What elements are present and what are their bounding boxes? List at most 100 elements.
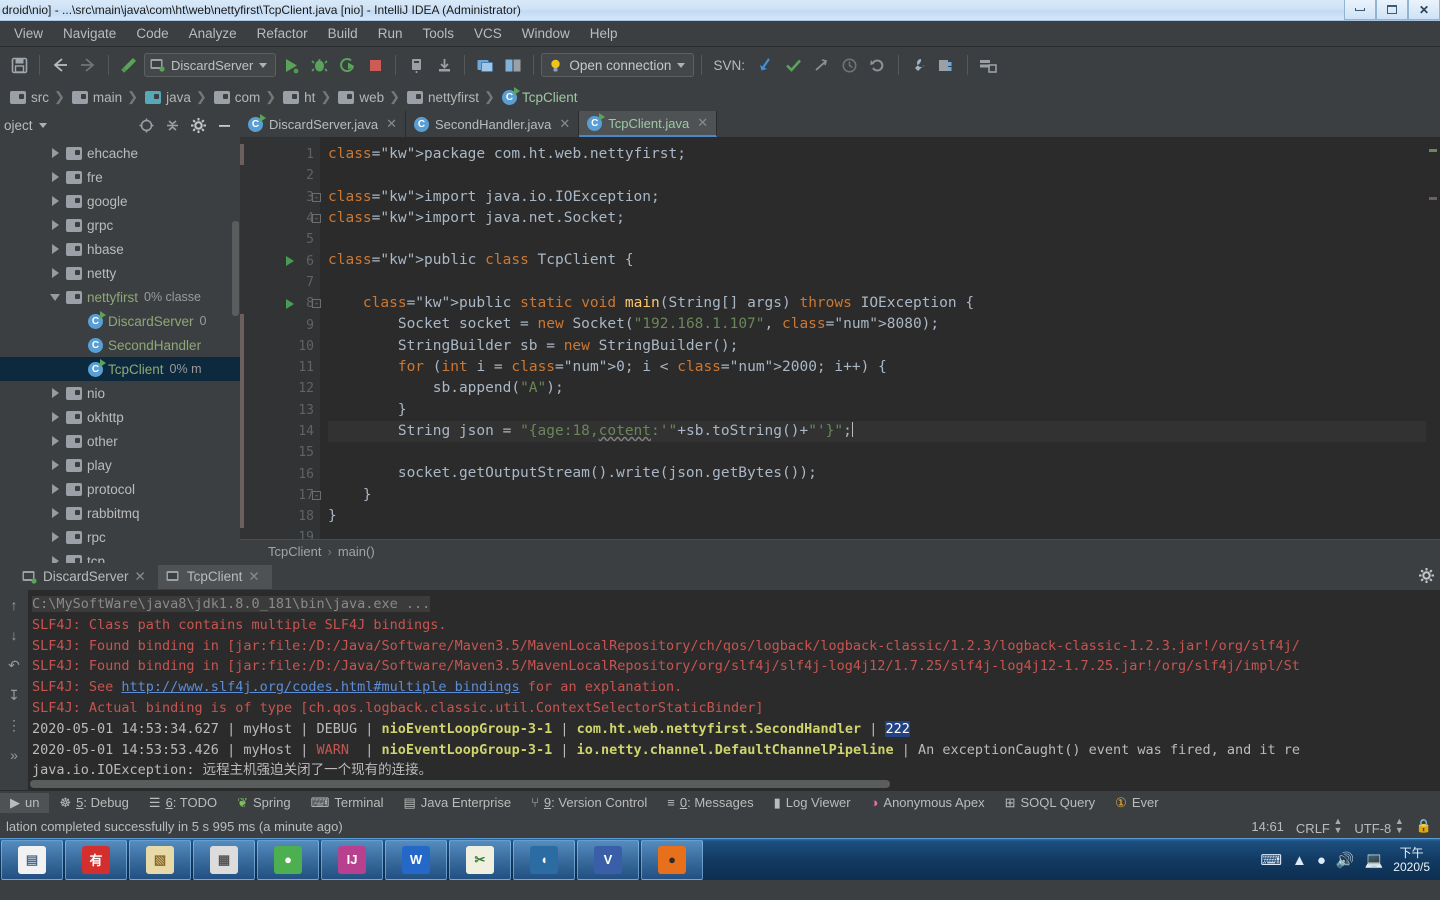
run-gutter-icon[interactable] <box>286 256 294 267</box>
window-maximize-button[interactable] <box>1376 0 1408 20</box>
gutter-line-3[interactable]: -3 <box>240 187 321 208</box>
gear-icon[interactable] <box>186 114 210 136</box>
chrome-app[interactable]: ● <box>257 839 319 880</box>
stop-icon[interactable] <box>362 52 388 78</box>
breadcrumb-com[interactable]: com <box>208 88 265 107</box>
project-structure-icon[interactable] <box>934 52 960 78</box>
encoding-selector[interactable]: UTF-8 ▲ ▼ <box>1354 816 1403 836</box>
project-tree-scrollbar[interactable] <box>232 221 239 316</box>
svn-commit-icon[interactable] <box>781 52 807 78</box>
editor-tab-secondhandler[interactable]: C SecondHandler.java ✕ <box>406 111 580 137</box>
gutter-line-14[interactable]: 14 <box>240 421 320 442</box>
chevron-right-icon[interactable] <box>44 220 66 230</box>
code-line-6[interactable]: class="kw">public class TcpClient { <box>328 250 1426 271</box>
chevron-up-icon[interactable]: ▲ <box>1292 852 1307 869</box>
tree-node-tcpclient[interactable]: C TcpClient 0% m <box>0 357 240 381</box>
down-arrow-icon[interactable]: ↓ <box>4 626 24 644</box>
menu-item-refactor[interactable]: Refactor <box>247 23 318 44</box>
run-tab-tcpclient[interactable]: TcpClient ✕ <box>157 564 272 589</box>
tool-window-0-messages[interactable]: ≡ 0: Messages <box>657 793 763 812</box>
code-line-5[interactable] <box>328 229 1426 250</box>
code-line-4[interactable]: class="kw">import java.net.Socket; <box>328 208 1426 229</box>
project-panel-title[interactable]: oject <box>4 118 33 133</box>
clock[interactable]: 下午 2020/5 <box>1393 846 1434 874</box>
close-icon[interactable]: ✕ <box>697 115 708 131</box>
save-all-icon[interactable] <box>6 52 32 78</box>
lock-icon[interactable]: 🔒 <box>1416 818 1432 834</box>
tree-node-nio[interactable]: nio <box>0 381 240 405</box>
close-icon[interactable]: ✕ <box>559 116 570 132</box>
open-window-icon[interactable] <box>472 52 498 78</box>
tool-window-6-todo[interactable]: ☰ 6: TODO <box>139 793 227 813</box>
menu-item-vcs[interactable]: VCS <box>464 23 512 44</box>
volume-icon[interactable]: 🔊 <box>1336 851 1355 869</box>
chevron-right-icon[interactable] <box>44 388 66 398</box>
editor-gutter[interactable]: 1 2-3-4 5 6 7-8 9 10 11 12 13 14 15 16-17 18 19 <box>240 137 321 539</box>
tree-node-fre[interactable]: fre <box>0 165 240 189</box>
file-explorer-app[interactable]: ▧ <box>129 839 191 880</box>
code-line-15[interactable] <box>328 442 1426 463</box>
code-line-11[interactable]: for (int i = class="num">0; i < class="n… <box>328 357 1426 378</box>
close-icon[interactable]: ✕ <box>248 569 259 585</box>
caret-position[interactable]: 14:61 <box>1251 819 1284 834</box>
chevron-right-icon[interactable] <box>44 508 66 518</box>
close-icon[interactable]: ✕ <box>386 116 397 132</box>
console-hyperlink[interactable]: http://www.slf4j.org/codes.html#multiple… <box>121 679 519 695</box>
back-arrow-icon[interactable] <box>47 52 73 78</box>
commit-changes-icon[interactable] <box>431 52 457 78</box>
svn-update-icon[interactable] <box>753 52 779 78</box>
breadcrumb-tcpclient[interactable]: C TcpClient <box>496 86 582 107</box>
gutter-line-2[interactable]: 2 <box>240 165 320 186</box>
console-output[interactable]: C:\MySoftWare\java8\jdk1.8.0_181\bin\jav… <box>28 590 1440 790</box>
wireshark-app[interactable]: ◖ <box>513 839 575 880</box>
chevron-right-icon[interactable] <box>44 412 66 422</box>
code-line-16[interactable]: socket.getOutputStream().write(json.getB… <box>328 463 1426 484</box>
gutter-line-10[interactable]: 10 <box>240 336 320 357</box>
network-icon[interactable]: 💻 <box>1365 851 1384 869</box>
tool-window-spring[interactable]: ❦ Spring <box>227 793 300 813</box>
breadcrumb-src[interactable]: src <box>4 88 53 107</box>
scroll-to-end-icon[interactable]: ↧ <box>4 686 24 704</box>
youdao-dict-app[interactable]: 有 <box>65 839 127 880</box>
gutter-line-1[interactable]: 1 <box>240 144 320 165</box>
tree-node-nettyfirst[interactable]: nettyfirst 0% classe <box>0 285 240 309</box>
menu-item-tools[interactable]: Tools <box>412 23 464 44</box>
code-line-18[interactable]: } <box>328 506 1426 527</box>
code-line-8[interactable]: class="kw">public static void main(Strin… <box>328 293 1426 314</box>
chevron-down-icon[interactable] <box>38 122 47 128</box>
code-line-9[interactable]: Socket socket = new Socket("192.168.1.10… <box>328 314 1426 335</box>
tree-node-hbase[interactable]: hbase <box>0 237 240 261</box>
tree-node-google[interactable]: google <box>0 189 240 213</box>
chevron-right-icon[interactable] <box>44 196 66 206</box>
code-line-19[interactable] <box>328 527 1426 539</box>
gutter-line-8[interactable]: -8 <box>240 293 321 314</box>
compare-files-icon[interactable] <box>500 52 526 78</box>
gutter-line-9[interactable]: 9 <box>240 314 320 335</box>
window-close-button[interactable]: ✕ <box>1408 0 1440 20</box>
gutter-line-7[interactable]: 7 <box>240 272 320 293</box>
visio-app[interactable]: V <box>577 839 639 880</box>
soft-wrap-icon[interactable]: ↶ <box>4 656 24 674</box>
breadcrumb-web[interactable]: web <box>332 88 388 107</box>
chevron-right-icon[interactable] <box>44 556 66 563</box>
code-line-7[interactable] <box>328 272 1426 293</box>
gutter-line-17[interactable]: -17 <box>240 485 321 506</box>
gutter-line-4[interactable]: -4 <box>240 208 321 229</box>
tool-window-un[interactable]: ▶ un <box>0 792 50 813</box>
breadcrumb-class[interactable]: TcpClient <box>268 544 321 559</box>
tree-node-ehcache[interactable]: ehcache <box>0 141 240 165</box>
tree-node-okhttp[interactable]: okhttp <box>0 405 240 429</box>
editor-marker-strip[interactable] <box>1426 137 1440 539</box>
editor-tab-discardserver[interactable]: C DiscardServer.java ✕ <box>240 111 407 137</box>
menu-item-build[interactable]: Build <box>318 23 368 44</box>
tool-window-anonymous-apex[interactable]: ◑ Anonymous Apex <box>861 793 995 812</box>
expand-icon[interactable]: » <box>4 746 24 764</box>
tool-window-5-debug[interactable]: ☸ 5: Debug <box>49 793 138 813</box>
svn-history-icon[interactable] <box>837 52 863 78</box>
chevron-down-icon[interactable] <box>44 293 66 301</box>
window-minimize-button[interactable] <box>1344 0 1376 20</box>
code-line-2[interactable] <box>328 165 1426 186</box>
run-configuration-selector[interactable]: DiscardServer <box>144 53 277 77</box>
line-separator-selector[interactable]: CRLF ▲ ▼ <box>1296 816 1343 836</box>
code-line-3[interactable]: class="kw">import java.io.IOException; <box>328 187 1426 208</box>
